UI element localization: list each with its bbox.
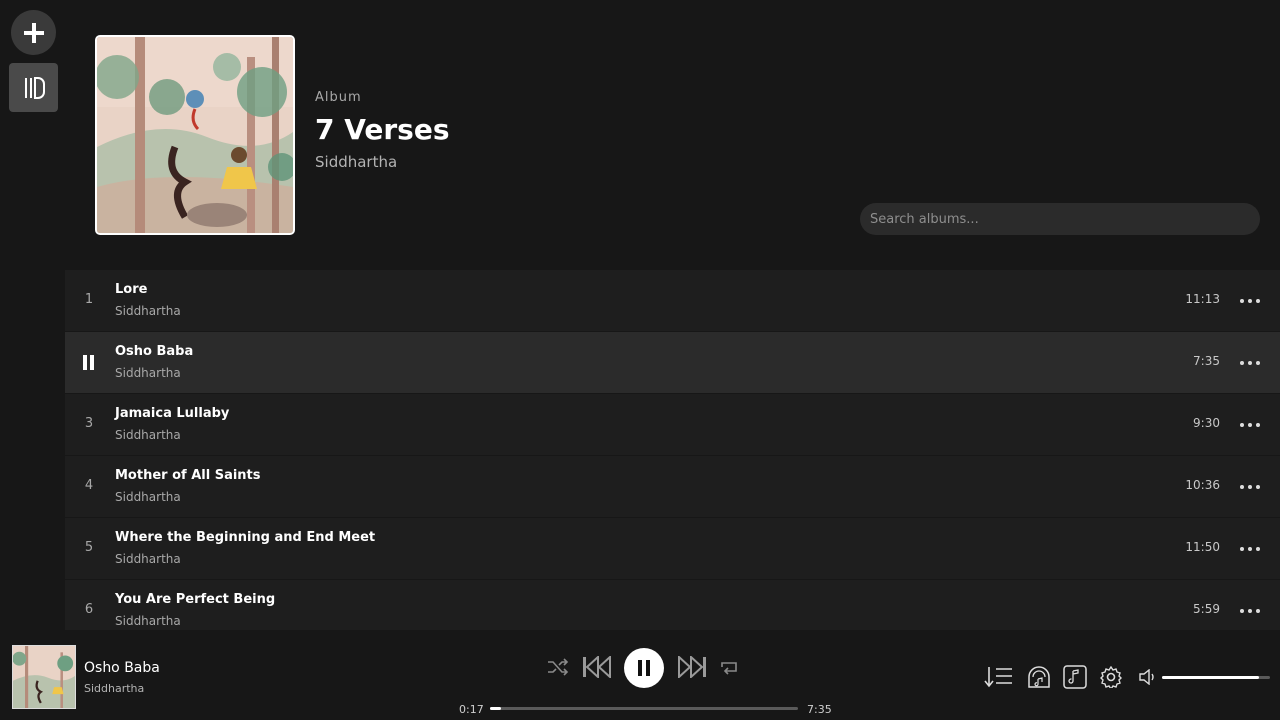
track-row[interactable]: Osho Baba Siddhartha 7:35: [65, 332, 1280, 394]
track-title: Osho Baba: [115, 344, 194, 359]
elapsed-time: 0:17: [459, 703, 484, 716]
lyrics-icon[interactable]: [1063, 665, 1087, 689]
track-number: 5: [84, 540, 94, 555]
library-button[interactable]: [9, 63, 58, 112]
track-row[interactable]: 3 Jamaica Lullaby Siddhartha 9:30: [65, 394, 1280, 456]
dot: [1248, 485, 1252, 489]
dot: [1248, 299, 1252, 303]
dot: [1256, 485, 1260, 489]
track-row[interactable]: 1 Lore Siddhartha 11:13: [65, 270, 1280, 332]
more-options-icon[interactable]: [1240, 604, 1260, 618]
dot: [1240, 423, 1244, 427]
dot: [1256, 609, 1260, 613]
more-options-icon[interactable]: [1240, 542, 1260, 556]
album-cover[interactable]: [95, 35, 295, 235]
dot: [1248, 609, 1252, 613]
more-options-icon[interactable]: [1240, 480, 1260, 494]
track-title: You Are Perfect Being: [115, 592, 276, 607]
shuffle-icon[interactable]: [547, 658, 569, 676]
pause-button[interactable]: [624, 648, 664, 688]
dot: [1240, 609, 1244, 613]
settings-icon[interactable]: [1100, 666, 1122, 688]
plus-icon: [23, 22, 44, 43]
player-bar: Osho Baba Siddhartha 0:17 7:35: [0, 630, 1280, 720]
track-row[interactable]: 4 Mother of All Saints Siddhartha 10:36: [65, 456, 1280, 518]
left-rail: [0, 0, 66, 630]
track-duration: 5:59: [1193, 602, 1220, 616]
track-number: 1: [84, 292, 94, 307]
now-playing-cover-art: [13, 646, 75, 708]
dot: [1248, 361, 1252, 365]
dot: [1248, 423, 1252, 427]
more-options-icon[interactable]: [1240, 356, 1260, 370]
add-button[interactable]: [11, 10, 56, 55]
track-title: Where the Beginning and End Meet: [115, 530, 376, 545]
volume-fill: [1162, 676, 1260, 679]
now-playing-artist[interactable]: Siddhartha: [84, 682, 144, 695]
volume-slider[interactable]: [1162, 676, 1270, 679]
track-title: Mother of All Saints: [115, 468, 261, 483]
dot: [1256, 547, 1260, 551]
album-kind-label: Album: [315, 90, 362, 105]
track-row[interactable]: 6 You Are Perfect Being Siddhartha 5:59: [65, 580, 1280, 630]
volume-icon[interactable]: [1139, 669, 1157, 685]
more-options-icon[interactable]: [1240, 418, 1260, 432]
track-duration: 7:35: [1193, 354, 1220, 368]
track-number: 4: [84, 478, 94, 493]
dot: [1240, 361, 1244, 365]
progress-fill: [490, 707, 502, 710]
previous-icon[interactable]: [582, 656, 612, 678]
track-list: 1 Lore Siddhartha 11:13 Osho Baba Siddhartha 7…: [65, 270, 1280, 630]
album-title: 7 Verses: [315, 113, 450, 146]
track-artist[interactable]: Siddhartha: [115, 304, 181, 318]
track-row[interactable]: 5 Where the Beginning and End Meet Siddhar…: [65, 518, 1280, 580]
pause-icon[interactable]: [82, 355, 96, 371]
track-artist[interactable]: Siddhartha: [115, 552, 181, 566]
radio-icon[interactable]: [1027, 665, 1051, 689]
track-title: Lore: [115, 282, 148, 297]
track-artist[interactable]: Siddhartha: [115, 366, 181, 380]
track-number: 6: [84, 602, 94, 617]
track-duration: 11:13: [1185, 292, 1220, 306]
dot: [1256, 299, 1260, 303]
album-artist[interactable]: Siddhartha: [315, 153, 450, 171]
track-duration: 11:50: [1185, 540, 1220, 554]
now-playing-art[interactable]: [12, 645, 76, 709]
track-artist[interactable]: Siddhartha: [115, 614, 181, 628]
queue-icon[interactable]: [984, 666, 1014, 688]
more-options-icon[interactable]: [1240, 294, 1260, 308]
album-cover-art: [97, 37, 293, 233]
dot: [1256, 423, 1260, 427]
track-number: 3: [84, 416, 94, 431]
repeat-icon[interactable]: [719, 658, 739, 676]
search-input[interactable]: [860, 203, 1260, 235]
total-time: 7:35: [807, 703, 832, 716]
album-meta: Album 7 Verses Siddhartha: [315, 90, 450, 171]
dot: [1248, 547, 1252, 551]
dot: [1240, 485, 1244, 489]
track-artist[interactable]: Siddhartha: [115, 428, 181, 442]
dot: [1240, 299, 1244, 303]
now-playing-title[interactable]: Osho Baba: [84, 660, 160, 676]
track-duration: 10:36: [1185, 478, 1220, 492]
dot: [1240, 547, 1244, 551]
track-duration: 9:30: [1193, 416, 1220, 430]
track-title: Jamaica Lullaby: [115, 406, 230, 421]
track-artist[interactable]: Siddhartha: [115, 490, 181, 504]
progress-bar[interactable]: [490, 707, 798, 710]
dot: [1256, 361, 1260, 365]
next-icon[interactable]: [677, 656, 707, 678]
music-app: Album 7 Verses Siddhartha 1 Lore Siddharth…: [0, 0, 1280, 720]
library-icon: [24, 76, 45, 99]
